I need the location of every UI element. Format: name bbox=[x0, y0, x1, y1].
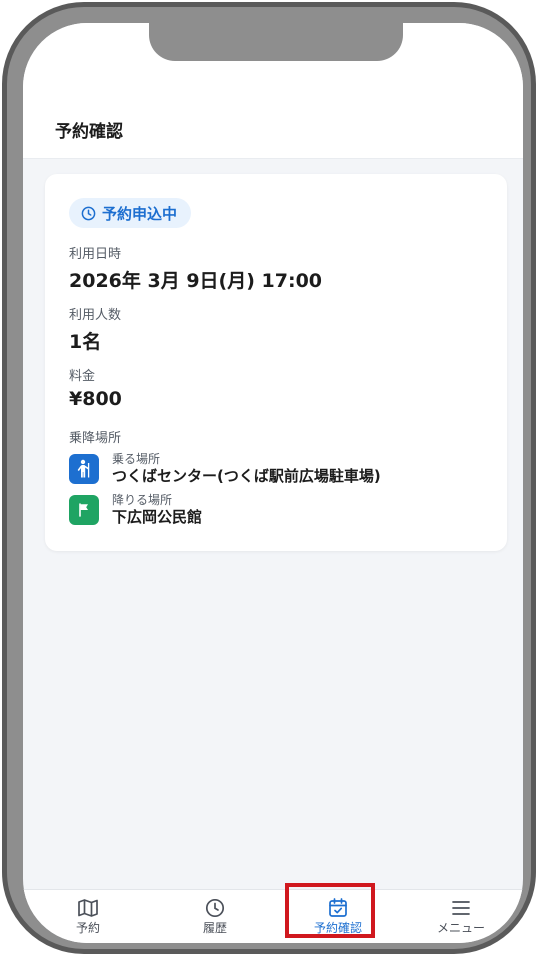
fare-value: ¥800 bbox=[69, 388, 122, 410]
pickup-kind: 乗る場所 bbox=[112, 452, 161, 466]
clock-icon bbox=[81, 206, 96, 220]
people-value: 1名 bbox=[69, 331, 102, 353]
person-standing-icon bbox=[69, 454, 99, 484]
nav-item-history[interactable]: 履歴 bbox=[160, 898, 270, 942]
phone-frame: 予約確認 予約申込中 利用日時 2026年 3月 9日(月) 17:00 利用人… bbox=[2, 2, 536, 954]
stops-label: 乗降場所 bbox=[69, 431, 122, 446]
phone-screen: 予約確認 予約申込中 利用日時 2026年 3月 9日(月) 17:00 利用人… bbox=[23, 23, 523, 943]
reservation-card: 予約申込中 利用日時 2026年 3月 9日(月) 17:00 利用人数 1名 … bbox=[45, 174, 507, 551]
nav-label-history: 履歴 bbox=[202, 921, 227, 935]
people-label: 利用人数 bbox=[69, 308, 122, 323]
nav-label-menu: メニュー bbox=[436, 921, 485, 935]
nav-item-reserve[interactable]: 予約 bbox=[33, 898, 143, 942]
clock-icon bbox=[205, 898, 225, 918]
pickup-name: つくばセンター(つくば駅前広場駐車場) bbox=[112, 467, 381, 485]
highlight-box bbox=[285, 883, 375, 938]
status-text: 予約申込中 bbox=[102, 204, 178, 223]
nav-label-reserve: 予約 bbox=[75, 921, 100, 935]
datetime-value: 2026年 3月 9日(月) 17:00 bbox=[69, 270, 323, 292]
pickup-location: 乗る場所 つくばセンター(つくば駅前広場駐車場) bbox=[69, 452, 381, 485]
fare-label: 料金 bbox=[69, 369, 96, 384]
page-title: 予約確認 bbox=[55, 122, 123, 142]
status-badge: 予約申込中 bbox=[69, 198, 192, 228]
dropoff-kind: 降りる場所 bbox=[112, 493, 173, 507]
map-icon bbox=[78, 899, 98, 917]
nav-item-menu[interactable]: メニュー bbox=[406, 898, 516, 942]
phone-notch bbox=[149, 23, 403, 61]
menu-icon bbox=[452, 901, 470, 915]
dropoff-location: 降りる場所 下広岡公民館 bbox=[69, 493, 203, 526]
flag-icon bbox=[69, 495, 99, 525]
bottom-nav: 予約 履歴 予約確認 メニュー bbox=[23, 889, 523, 943]
datetime-label: 利用日時 bbox=[69, 247, 122, 262]
dropoff-name: 下広岡公民館 bbox=[112, 508, 203, 526]
